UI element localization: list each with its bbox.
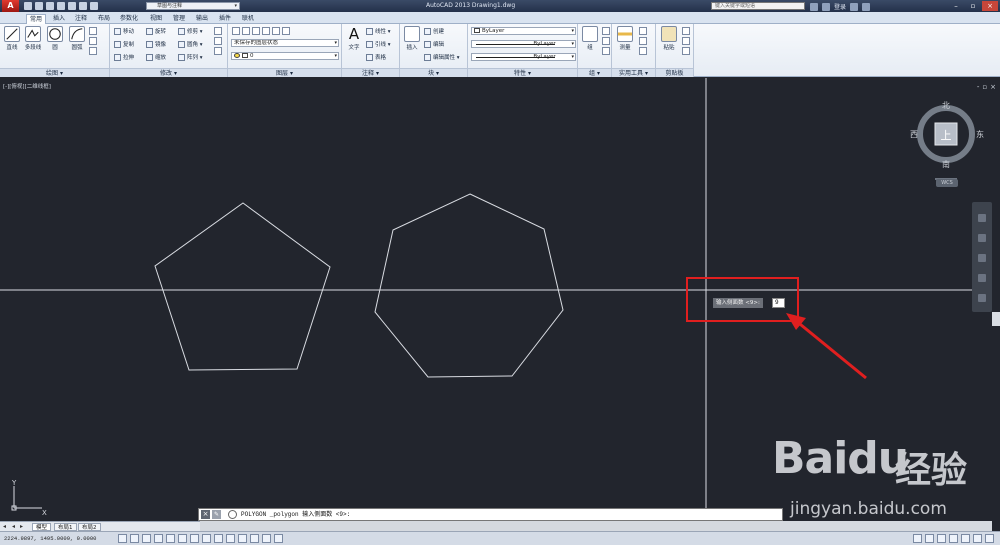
heptagon-shape[interactable] [374,193,564,378]
sides-input[interactable]: 9 [772,298,785,308]
command-text: POLYGON _polygon 输入侧面数 <9>: [241,511,351,518]
quick-properties-icon[interactable] [262,534,271,543]
zoom-icon[interactable] [978,254,986,262]
wrench-icon[interactable]: ✎ [212,510,221,519]
autocad-window: A 草图与注释 AutoCAD 2013 Drawing1.dwg 键入关键字或… [0,0,1000,545]
pan-icon[interactable] [978,234,986,242]
viewcube-face-label: 上 [941,129,952,142]
3d-osnap-icon[interactable] [190,534,199,543]
prev-tab-icon[interactable]: ◂ [12,523,15,530]
tab-layout1[interactable]: 布局1 [54,523,77,531]
ucs-icon: Y X [11,480,47,516]
status-right-tools [913,534,994,543]
grid-display-icon[interactable] [142,534,151,543]
layout-tab-bar: ◂ ◂ ▸ 模型 布局1 布局2 [0,521,200,531]
first-tab-icon[interactable]: ◂ [3,523,6,530]
watermark-url: jingyan.baidu.com [790,499,947,519]
orbit-icon[interactable] [978,274,986,282]
dynamic-input-icon[interactable] [226,534,235,543]
compass-east[interactable]: 东 [976,129,984,139]
transparency-icon[interactable] [250,534,259,543]
lock-toolbar-icon[interactable] [973,534,982,543]
workspace-switch-icon[interactable] [961,534,970,543]
quick-view-layouts-icon[interactable] [925,534,934,543]
command-close-icon[interactable]: × [201,510,210,519]
compass-south[interactable]: 南 [942,159,950,169]
compass-west[interactable]: 西 [910,130,918,139]
quick-view-drawings-icon[interactable] [937,534,946,543]
watermark-jingyan: 经验 [895,450,968,491]
tab-layout2[interactable]: 布局2 [78,523,101,531]
snap-mode-icon[interactable] [130,534,139,543]
horizontal-scrollbar[interactable] [200,521,992,531]
object-snap-tracking-icon[interactable] [202,534,211,543]
vertical-scroll-handle[interactable] [992,312,1000,326]
navigation-bar [972,202,992,312]
baidu-watermark: Baidu 经验 jingyan.baidu.com [750,433,970,523]
drafting-toggles [118,534,283,543]
next-tab-icon[interactable]: ▸ [20,523,23,530]
infer-constraints-icon[interactable] [118,534,127,543]
annotation-arrow [794,318,867,380]
steering-wheel-icon[interactable] [978,214,986,222]
viewcube[interactable]: 上 北 南 东 西 [908,100,990,180]
ucs-y-label: Y [11,480,17,487]
compass-north[interactable]: 北 [942,101,950,110]
showmotion-icon[interactable] [978,294,986,302]
tab-model[interactable]: 模型 [32,523,52,531]
ucs-x-label: X [42,509,47,516]
annotation-scale-icon[interactable] [949,534,958,543]
recent-commands-icon[interactable] [228,510,237,519]
watermark-brand: Baidu [772,433,909,484]
command-line[interactable]: × ✎ POLYGON _polygon 输入侧面数 <9>: [198,508,783,521]
wcs-menu[interactable]: WCS [936,179,958,187]
selection-cycling-icon[interactable] [274,534,283,543]
object-snap-icon[interactable] [178,534,187,543]
ortho-mode-icon[interactable] [154,534,163,543]
pentagon-shape[interactable] [154,202,331,371]
polar-tracking-icon[interactable] [166,534,175,543]
lineweight-toggle-icon[interactable] [238,534,247,543]
coordinate-readout[interactable]: 2224.9897, 1495.0009, 0.0000 [4,535,96,542]
dynamic-input-prompt: 输入侧面数 <9>: [713,298,763,308]
clean-screen-icon[interactable] [985,534,994,543]
status-bar: 2224.9897, 1495.0009, 0.0000 [0,531,1000,545]
model-space-icon[interactable] [913,534,922,543]
ucs-toggle-icon[interactable] [214,534,223,543]
